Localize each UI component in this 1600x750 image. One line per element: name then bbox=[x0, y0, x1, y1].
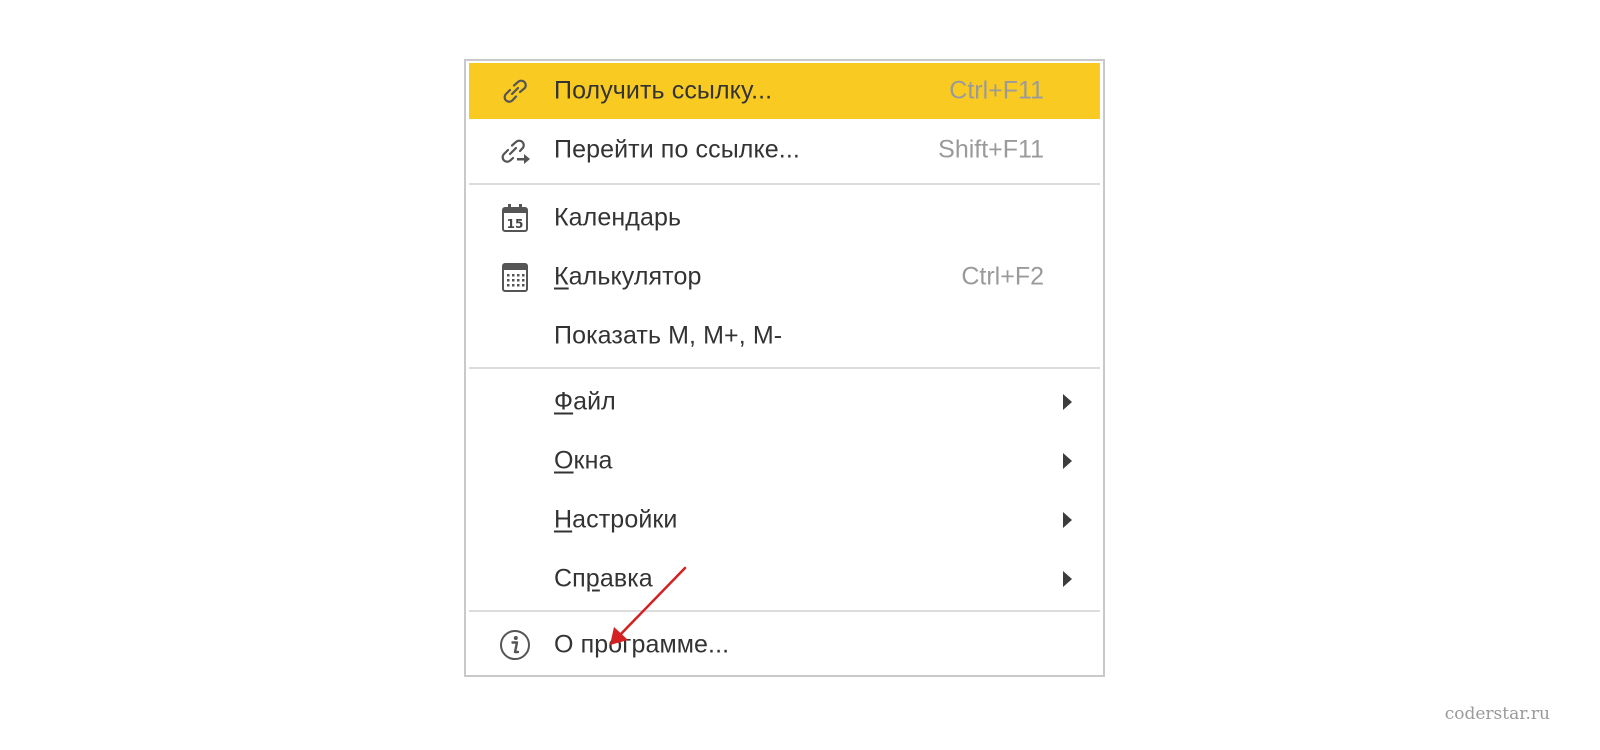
menu-item-label: О программе... bbox=[554, 630, 730, 659]
svg-text:15: 15 bbox=[507, 217, 524, 231]
about-menu-item[interactable]: О программе... bbox=[469, 617, 1100, 673]
menu-item-help[interactable]: Справка bbox=[469, 551, 1100, 607]
menu-item-windows[interactable]: Окна bbox=[469, 433, 1100, 489]
menu-item-label: Перейти по ссылке... bbox=[554, 135, 800, 164]
watermark: coderstar.ru bbox=[1444, 704, 1550, 724]
menu-item-get-link[interactable]: Получить ссылку... Ctrl+F11 bbox=[469, 63, 1100, 119]
menu-separator bbox=[469, 367, 1100, 369]
info-icon bbox=[498, 628, 532, 662]
menu-item-label: Калькулятор bbox=[554, 262, 702, 291]
menu-item-label: Справка bbox=[554, 564, 653, 593]
menu-item-calendar[interactable]: 15 Календарь bbox=[469, 190, 1100, 246]
menu-item-show-memory[interactable]: Показать М, М+, М- bbox=[469, 308, 1100, 364]
menu-item-label: Календарь bbox=[554, 203, 682, 232]
menu-item-follow-link[interactable]: Перейти по ссылке... Shift+F11 bbox=[469, 122, 1100, 178]
follow-link-icon bbox=[498, 133, 532, 167]
link-icon bbox=[498, 74, 532, 108]
menu-item-file[interactable]: Файл bbox=[469, 374, 1100, 430]
menu-item-label: Показать М, М+, М- bbox=[554, 321, 783, 350]
calculator-icon bbox=[498, 260, 532, 294]
submenu-arrow-icon bbox=[1063, 394, 1072, 410]
calendar-icon: 15 bbox=[498, 201, 532, 235]
shortcut-label: Ctrl+F11 bbox=[949, 76, 1044, 105]
menu-item-calculator[interactable]: Калькулятор Ctrl+F2 bbox=[469, 249, 1100, 305]
menu-item-label: Получить ссылку... bbox=[554, 76, 773, 105]
menu-separator bbox=[469, 183, 1100, 185]
menu-item-label: Настройки bbox=[554, 505, 678, 534]
shortcut-label: Ctrl+F2 bbox=[961, 262, 1044, 291]
menu-item-label: Окна bbox=[554, 446, 613, 475]
submenu-arrow-icon bbox=[1063, 512, 1072, 528]
menu-item-label: Файл bbox=[554, 387, 616, 416]
context-menu: Получить ссылку... Ctrl+F11 Перейти по с… bbox=[464, 59, 1105, 677]
shortcut-label: Shift+F11 bbox=[938, 135, 1044, 164]
menu-item-settings[interactable]: Настройки bbox=[469, 492, 1100, 548]
submenu-arrow-icon bbox=[1063, 571, 1072, 587]
submenu-arrow-icon bbox=[1063, 453, 1072, 469]
menu-separator bbox=[469, 610, 1100, 612]
